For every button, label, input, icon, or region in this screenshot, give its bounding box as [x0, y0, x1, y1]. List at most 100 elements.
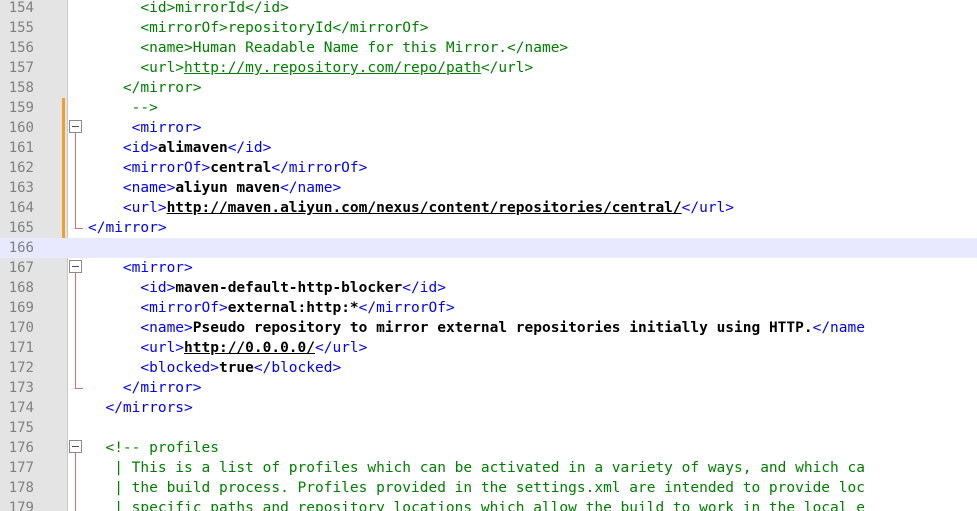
code-line[interactable]: 160 <mirror> [0, 118, 977, 138]
fold-toggle-icon[interactable] [69, 260, 82, 273]
code-text: </mirror> [88, 218, 167, 238]
xml-tag-token: <mirror> [122, 260, 193, 276]
comment-token: | the build process. Profiles provided i… [114, 480, 865, 496]
line-number: 158 [8, 80, 34, 96]
line-number: 176 [8, 440, 34, 456]
fold-region-line [75, 453, 76, 511]
code-editor[interactable]: 154 <id>mirrorId</id> 155 <mirrorOf>repos… [0, 0, 977, 511]
url-token[interactable]: http://my.repository.com/repo/path [184, 60, 481, 76]
code-line[interactable]: 155 <mirrorOf>repositoryId</mirrorOf> [0, 18, 977, 38]
xml-tag-token: </name> [280, 180, 342, 196]
comment-token: <name>Human Readable Name for this Mirro… [140, 40, 569, 56]
code-line[interactable]: 175 [0, 418, 977, 438]
code-line[interactable]: 177 | This is a list of profiles which c… [0, 458, 977, 478]
line-number: 160 [8, 120, 34, 136]
code-line[interactable]: 154 <id>mirrorId</id> [0, 0, 977, 18]
xml-tag-token: <id> [122, 140, 158, 156]
comment-token: <id>mirrorId</id> [140, 0, 289, 16]
xml-tag-token: </blocked> [253, 360, 342, 376]
code-line[interactable]: 162 <mirrorOf>central</mirrorOf> [0, 158, 977, 178]
fold-end-marker [75, 388, 83, 389]
code-text: <id>alimaven</id> [88, 138, 271, 158]
code-text: <mirror> [88, 118, 202, 138]
code-line[interactable]: 179 | specific paths and repository loca… [0, 498, 977, 511]
code-line[interactable]: 161 <id>alimaven</id> [0, 138, 977, 158]
code-line[interactable]: 172 <blocked>true</blocked> [0, 358, 977, 378]
line-number: 156 [8, 40, 34, 56]
code-line[interactable]: 171 <url>http://0.0.0.0/</url> [0, 338, 977, 358]
line-number: 168 [8, 280, 34, 296]
comment-token: <url> [140, 60, 185, 76]
code-line[interactable]: 164 <url>http://maven.aliyun.com/nexus/c… [0, 198, 977, 218]
code-line[interactable]: 169 <mirrorOf>external:http:*</mirrorOf> [0, 298, 977, 318]
code-line[interactable]: 156 <name>Human Readable Name for this M… [0, 38, 977, 58]
code-line[interactable]: 174 </mirrors> [0, 398, 977, 418]
code-line[interactable]: 173 </mirror> [0, 378, 977, 398]
code-text: <!-- profiles [88, 438, 219, 458]
code-line[interactable]: 165 </mirror> [0, 218, 977, 238]
comment-token: --> [131, 100, 158, 116]
line-number: 163 [8, 180, 34, 196]
xml-tag-token: </mirrorOf> [271, 160, 368, 176]
line-number: 179 [8, 500, 34, 511]
line-number: 162 [8, 160, 34, 176]
line-number: 173 [8, 380, 34, 396]
text-token: true [218, 360, 254, 376]
line-number: 177 [8, 460, 34, 476]
line-number: 155 [8, 20, 34, 36]
xml-tag-token: </mirrors> [105, 400, 193, 416]
line-number: 171 [8, 340, 34, 356]
code-line[interactable]: 157 <url>http://my.repository.com/repo/p… [0, 58, 977, 78]
xml-tag-token: <url> [122, 200, 167, 216]
code-line[interactable]: 178 | the build process. Profiles provid… [0, 478, 977, 498]
text-token: central [210, 160, 272, 176]
code-line[interactable]: 168 <id>maven-default-http-blocker</id> [0, 278, 977, 298]
code-line[interactable]: 166 [0, 238, 977, 258]
xml-tag-token: <id> [140, 280, 176, 296]
code-text: <name>Human Readable Name for this Mirro… [88, 38, 568, 58]
url-token[interactable]: http://maven.aliyun.com/nexus/content/re… [167, 200, 682, 216]
code-text: | the build process. Profiles provided i… [88, 478, 865, 498]
code-text: <url>http://0.0.0.0/</url> [88, 338, 367, 358]
code-text: <id>mirrorId</id> [88, 0, 289, 18]
code-line[interactable]: 176 <!-- profiles [0, 438, 977, 458]
xml-tag-token: <name> [140, 320, 193, 336]
xml-tag-token: <name> [122, 180, 176, 196]
xml-tag-token: </id> [402, 280, 446, 296]
comment-token: | specific paths and repository location… [114, 500, 865, 511]
code-line[interactable]: 158 </mirror> [0, 78, 977, 98]
code-text: <id>maven-default-http-blocker</id> [88, 278, 446, 298]
line-number: 169 [8, 300, 34, 316]
text-token: external:http:* [227, 300, 359, 316]
code-line[interactable]: 159 --> [0, 98, 977, 118]
fold-end-marker [75, 228, 83, 229]
code-line[interactable]: 167 <mirror> [0, 258, 977, 278]
code-line[interactable]: 170 <name>Pseudo repository to mirror ex… [0, 318, 977, 338]
fold-toggle-icon[interactable] [69, 440, 82, 453]
code-text: | This is a list of profiles which can b… [88, 458, 865, 478]
code-text: <name>Pseudo repository to mirror extern… [88, 318, 865, 338]
line-number: 172 [8, 360, 34, 376]
xml-tag-token: <mirrorOf> [140, 300, 228, 316]
comment-token: </mirror> [122, 80, 202, 96]
url-token[interactable]: http://0.0.0.0/ [184, 340, 315, 356]
line-number: 178 [8, 480, 34, 496]
fold-toggle-icon[interactable] [69, 120, 82, 133]
line-number: 159 [8, 100, 34, 116]
code-line[interactable]: 163 <name>aliyun maven</name> [0, 178, 977, 198]
xml-tag-token: </mirror> [122, 380, 202, 396]
